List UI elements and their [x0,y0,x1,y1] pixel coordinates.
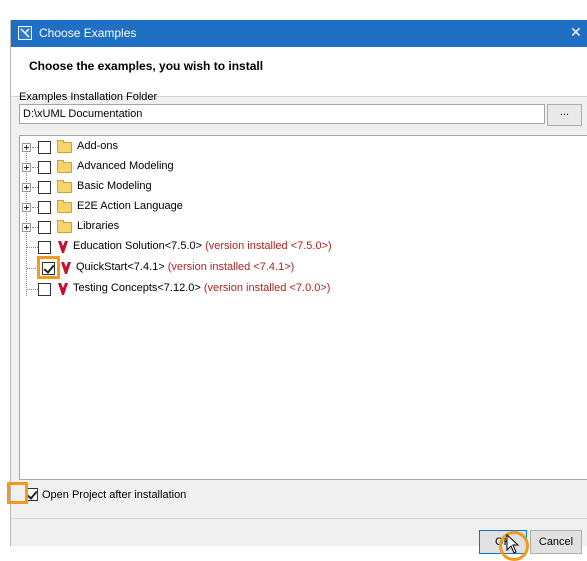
tree-item-e2e-action-language[interactable]: E2E Action Language [20,197,587,217]
item-checkbox[interactable] [38,181,51,194]
mouse-cursor-icon [506,534,520,554]
installed-version-label: (version installed <7.4.1>) [167,261,295,273]
title-bar: Choose Examples ✕ [11,20,587,47]
tree-item-label: Testing Concepts<7.12.0> [73,282,201,294]
tree-item-advanced-modeling[interactable]: Advanced Modeling [20,157,587,177]
installed-version-label: (version installed <7.5.0>) [205,240,332,252]
installation-folder-input[interactable]: D:\xUML Documentation [19,104,545,124]
tree-item-testing-concepts[interactable]: Testing Concepts<7.12.0> (version instal… [20,279,587,299]
tree-item-label: Advanced Modeling [77,160,174,172]
item-checkbox[interactable] [38,221,51,234]
tree-connector [27,247,38,248]
model-icon [58,241,68,253]
tree-item-label: E2E Action Language [77,200,183,212]
item-checkbox[interactable] [38,201,51,214]
choose-examples-dialog: Choose Examples ✕ Choose the examples, y… [7,20,587,561]
plus-expander-icon[interactable] [22,223,31,232]
dialog-header: Choose the examples, you wish to install [11,47,587,97]
tree-item-label: Education Solution<7.5.0> [73,240,203,252]
installation-folder-label: Examples Installation Folder [19,91,158,103]
tree-item-education-solution[interactable]: Education Solution<7.5.0> (version insta… [20,237,587,257]
tree-connector [27,289,38,290]
open-project-label: Open Project after installation [42,489,187,501]
tree-item-label: Libraries [77,220,120,232]
checkbox-highlight [37,256,60,279]
footer-divider [11,518,587,519]
item-checkbox[interactable] [38,241,51,254]
tree-item-libraries[interactable]: Libraries [20,217,587,237]
window-title: Choose Examples [39,26,137,40]
app-icon [18,26,32,40]
browse-button[interactable]: ... [547,104,582,126]
tree-item-label: QuickStart<7.4.1> [76,261,165,273]
cancel-button[interactable]: Cancel [530,530,582,554]
plus-expander-icon[interactable] [22,163,31,172]
folder-icon [57,160,72,173]
tree-item-label: Basic Modeling [77,180,152,192]
tree-item-label: Add-ons [77,140,118,152]
installed-version-label: (version installed <7.0.0>) [203,282,331,294]
item-checkbox[interactable] [38,161,51,174]
folder-icon [57,180,72,193]
plus-expander-icon[interactable] [22,143,31,152]
examples-tree: Add-ons Advanced Modeling Basic Modeling… [19,135,587,480]
folder-icon [57,200,72,213]
item-checkbox[interactable] [38,283,51,296]
model-icon [58,283,68,295]
open-project-highlight [7,482,28,504]
model-icon [61,262,71,274]
tree-item-basic-modeling[interactable]: Basic Modeling [20,177,587,197]
item-checkbox[interactable] [38,141,51,154]
plus-expander-icon[interactable] [22,203,31,212]
tree-item-add-ons[interactable]: Add-ons [20,137,587,157]
folder-icon [57,140,72,153]
close-icon[interactable]: ✕ [570,24,582,41]
plus-expander-icon[interactable] [22,183,31,192]
folder-icon [57,220,72,233]
tree-item-quickstart[interactable]: QuickStart<7.4.1> (version installed <7.… [20,256,587,279]
dialog-heading: Choose the examples, you wish to install [29,59,264,73]
